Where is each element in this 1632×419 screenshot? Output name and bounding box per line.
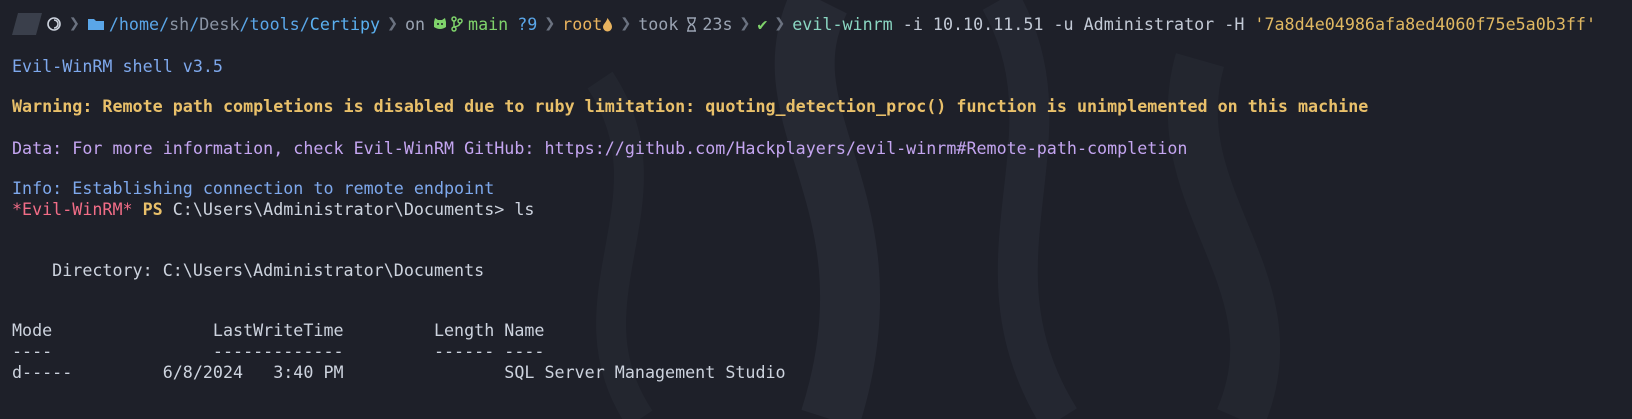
- directory-line: Directory: C:\Users\Administrator\Docume…: [12, 260, 485, 280]
- table-row: d----- 6/8/2024 3:40 PM SQL Server Manag…: [12, 362, 786, 382]
- terminal-output: Evil-WinRM shell v3.5 Warning: Remote pa…: [12, 0, 1632, 419]
- warning-line: Warning: Remote path completions is disa…: [12, 96, 1369, 116]
- banner-line: Evil-WinRM shell v3.5: [12, 56, 223, 76]
- ps-prefix: *Evil-WinRM*: [12, 199, 133, 219]
- ps-label: PS: [142, 199, 163, 219]
- data-line: Data: For more information, check Evil-W…: [12, 138, 1188, 158]
- ps-prompt-line: *Evil-WinRM* PS C:\Users\Administrator\D…: [12, 197, 534, 221]
- ps-path-command: C:\Users\Administrator\Documents> ls: [162, 199, 535, 219]
